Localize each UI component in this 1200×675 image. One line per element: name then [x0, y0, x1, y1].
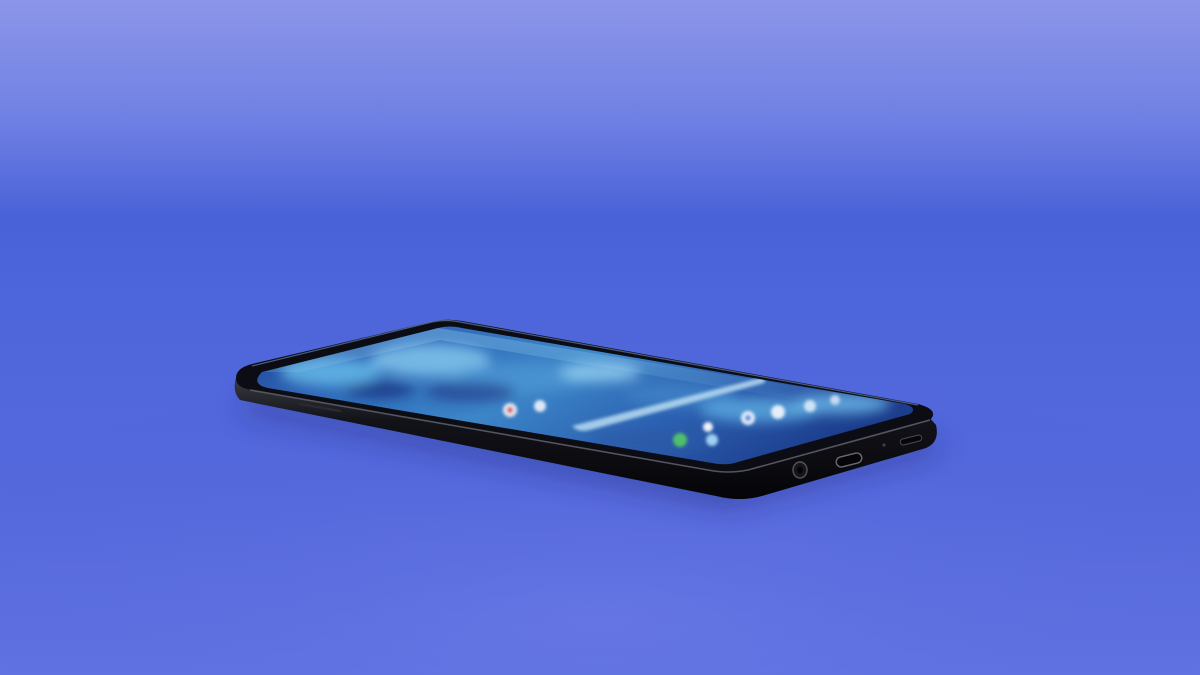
product-photo — [0, 0, 1200, 675]
app-icon — [771, 405, 785, 419]
app-icon — [673, 433, 687, 447]
microphone-hole — [882, 443, 886, 447]
app-icon — [706, 434, 718, 446]
app-icon — [703, 422, 713, 432]
app-icon — [534, 400, 546, 412]
photo-canvas — [0, 0, 1200, 675]
app-icon — [804, 400, 816, 412]
app-icon — [830, 395, 840, 405]
